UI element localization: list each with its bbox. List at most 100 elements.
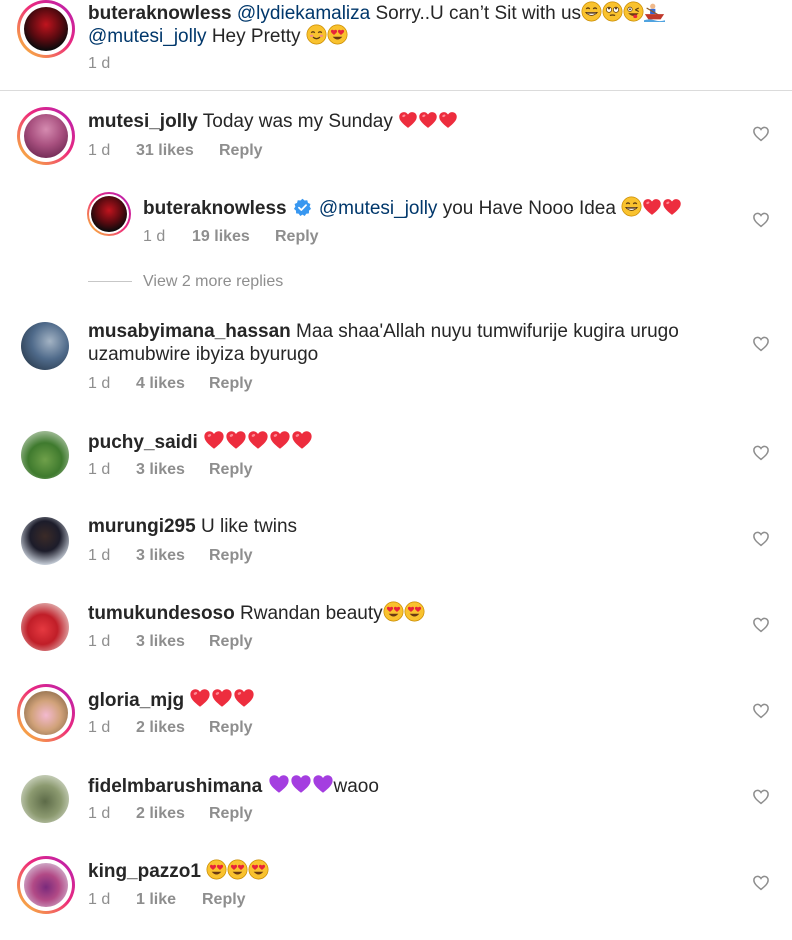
purple-heart-emoji <box>290 773 312 795</box>
reply-button[interactable]: Reply <box>219 142 263 160</box>
comment-time: 1 d <box>88 633 111 650</box>
rowboat-emoji <box>644 1 665 22</box>
reply-button[interactable]: Reply <box>209 633 253 651</box>
reply-button[interactable]: Reply <box>209 719 253 737</box>
comment-username[interactable]: musabyimana_hassan <box>88 321 291 342</box>
like-heart-icon[interactable] <box>752 211 770 229</box>
red-heart-emoji <box>233 687 255 709</box>
mention-link[interactable]: @lydiekamaliza <box>237 3 370 24</box>
comment-text: Sorry..U can’t Sit with us <box>370 3 582 24</box>
avatar-buteraknowless[interactable] <box>17 0 75 58</box>
comment-username[interactable]: king_pazzo1 <box>88 861 201 882</box>
avatar-buteraknowless-reply[interactable] <box>87 192 131 236</box>
comment-body: puchy_saidi <box>88 429 313 455</box>
comment-meta: 1 d 31 likes Reply <box>88 142 388 162</box>
like-count[interactable]: 2 likes <box>136 719 185 737</box>
avatar-gloria-mjg[interactable] <box>17 684 75 742</box>
comment-username[interactable]: buteraknowless <box>88 3 232 24</box>
comment-username[interactable]: gloria_mjg <box>88 690 184 711</box>
avatar-puchy-saidi[interactable] <box>21 431 69 479</box>
comment-meta: 1 d 1 like Reply <box>88 891 388 911</box>
reply-button[interactable]: Reply <box>209 805 253 823</box>
like-count[interactable]: 3 likes <box>136 547 185 565</box>
like-heart-icon[interactable] <box>752 125 770 143</box>
red-heart-emoji <box>438 110 458 130</box>
like-count[interactable]: 31 likes <box>136 142 194 160</box>
top-comment-line2: @mutesi_jolly Hey Pretty <box>88 24 348 49</box>
avatar-murungi295[interactable] <box>21 517 69 565</box>
top-comment-line1: buteraknowless @lydiekamaliza Sorry..U c… <box>88 1 665 26</box>
comment-body: murungi295 U like twins <box>88 515 297 539</box>
mention-link[interactable]: @mutesi_jolly <box>319 198 438 219</box>
reply-button[interactable]: Reply <box>202 891 246 909</box>
comment-body: mutesi_jolly Today was my Sunday <box>88 110 458 134</box>
comment-username[interactable]: puchy_saidi <box>88 432 198 453</box>
like-heart-icon[interactable] <box>752 616 770 634</box>
reply-username[interactable]: buteraknowless <box>143 198 287 219</box>
comment-body: king_pazzo1 <box>88 859 269 884</box>
heart-eyes-emoji <box>206 859 227 880</box>
comment-time: 1 d <box>88 547 111 564</box>
comment-body: tumukundesoso Rwandan beauty <box>88 601 425 626</box>
reply-button[interactable]: Reply <box>209 547 253 565</box>
comment-body: fidelmbarushimana waoo <box>88 773 379 799</box>
zany-face-emoji <box>623 1 644 22</box>
comment-time: 1 d <box>88 461 111 478</box>
like-count[interactable]: 3 likes <box>136 461 185 479</box>
like-count[interactable]: 19 likes <box>192 228 250 246</box>
like-heart-icon[interactable] <box>752 702 770 720</box>
like-heart-icon[interactable] <box>752 788 770 806</box>
red-heart-emoji <box>418 110 438 130</box>
mention-link[interactable]: @mutesi_jolly <box>88 26 207 47</box>
section-divider <box>0 90 792 91</box>
like-heart-icon[interactable] <box>752 335 770 353</box>
like-heart-icon[interactable] <box>752 444 770 462</box>
comment-meta: 1 d 3 likes Reply <box>88 461 388 481</box>
comment-username[interactable]: fidelmbarushimana <box>88 776 262 797</box>
comment-username[interactable]: mutesi_jolly <box>88 111 198 132</box>
heart-eyes-emoji <box>404 601 425 622</box>
reply-button[interactable]: Reply <box>209 375 253 393</box>
comment-body-line2: uzamubwire ibyiza byurugo <box>88 344 319 365</box>
like-heart-icon[interactable] <box>752 530 770 548</box>
reply-time: 1 d <box>143 228 166 245</box>
comment-username[interactable]: tumukundesoso <box>88 603 235 624</box>
comment-time: 1 d <box>88 55 111 72</box>
comment-meta: 1 d 3 likes Reply <box>88 547 388 567</box>
red-heart-emoji <box>398 110 418 130</box>
red-heart-emoji <box>211 687 233 709</box>
heart-eyes-emoji <box>327 24 348 45</box>
reply-meta: 1 d 19 likes Reply <box>143 228 443 248</box>
purple-heart-emoji <box>312 773 334 795</box>
like-count[interactable]: 2 likes <box>136 805 185 823</box>
reply-button[interactable]: Reply <box>275 228 319 246</box>
comment-time: 1 d <box>88 142 111 159</box>
comment-time: 1 d <box>88 805 111 822</box>
reply-text: you Have Nooo Idea <box>437 198 622 219</box>
eye-roll-emoji <box>602 1 623 22</box>
grin-emoji <box>621 196 642 217</box>
replies-line <box>88 281 132 282</box>
reply-body: buteraknowless @mutesi_jolly you Have No… <box>143 196 682 221</box>
view-more-replies-button[interactable]: View 2 more replies <box>143 273 283 291</box>
avatar-king-pazzo1[interactable] <box>17 856 75 914</box>
like-heart-icon[interactable] <box>752 874 770 892</box>
avatar-fidelmbarushimana[interactable] <box>21 775 69 823</box>
heart-eyes-emoji <box>383 601 404 622</box>
red-heart-emoji <box>662 197 682 217</box>
like-count[interactable]: 1 like <box>136 891 176 909</box>
comment-time: 1 d <box>88 891 111 908</box>
like-count[interactable]: 3 likes <box>136 633 185 651</box>
reply-button[interactable]: Reply <box>209 461 253 479</box>
red-heart-emoji <box>642 197 662 217</box>
avatar-mutesi-jolly[interactable] <box>17 107 75 165</box>
heart-eyes-emoji <box>248 859 269 880</box>
comment-username[interactable]: murungi295 <box>88 516 196 537</box>
comment-text: Rwandan beauty <box>240 603 383 624</box>
comment-text: U like twins <box>200 516 298 537</box>
avatar-musabyimana-hassan[interactable] <box>21 322 69 370</box>
like-count[interactable]: 4 likes <box>136 375 185 393</box>
comment-time: 1 d <box>88 375 111 392</box>
comment-text: Today was my Sunday <box>202 111 393 132</box>
avatar-tumukundesoso[interactable] <box>21 603 69 651</box>
